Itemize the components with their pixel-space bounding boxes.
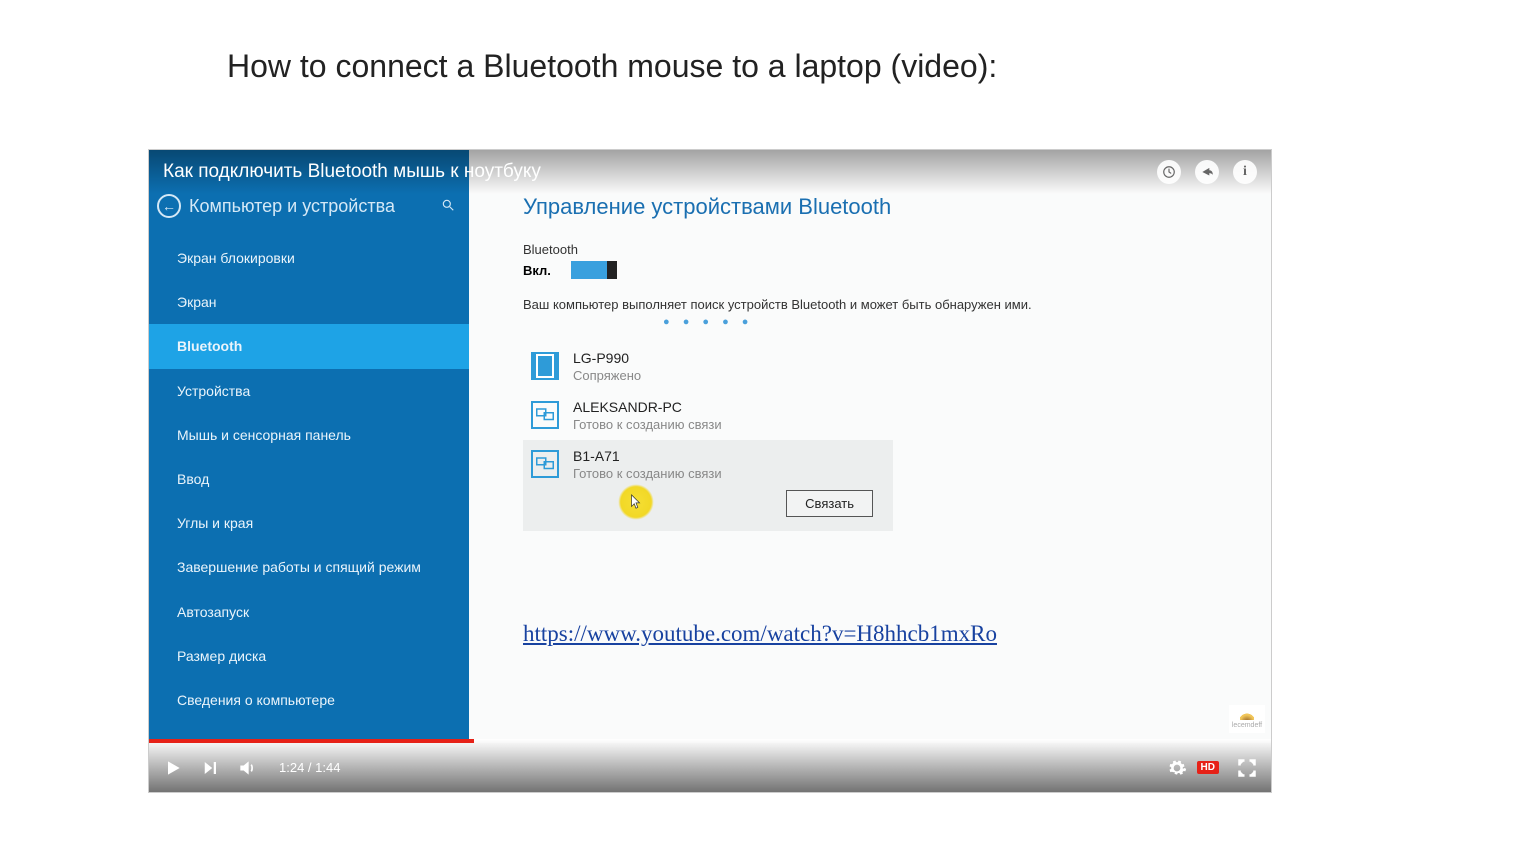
sidebar-item[interactable]: Сведения о компьютере [149,678,469,722]
device-status: Готово к созданию связи [573,417,722,432]
volume-button[interactable] [237,758,257,778]
sidebar-item[interactable]: Мышь и сенсорная панель [149,413,469,457]
fullscreen-button[interactable] [1237,758,1257,778]
searching-indicator: ● ● ● ● ● [663,316,1245,328]
bluetooth-status-text: Ваш компьютер выполняет поиск устройств … [523,297,1245,312]
settings-main-panel: Управление устройствами Bluetooth Blueto… [469,150,1271,739]
time-display: 1:24 / 1:44 [279,760,340,775]
share-icon[interactable] [1195,160,1219,184]
sidebar-item[interactable]: Углы и края [149,501,469,545]
progress-bar[interactable] [149,739,1271,743]
video-player[interactable]: Как подключить Bluetooth мышь к ноутбуку… [148,149,1272,793]
bluetooth-toggle-state: Вкл. [523,263,551,278]
watch-later-icon[interactable] [1157,160,1181,184]
video-title-bar: Как подключить Bluetooth мышь к ноутбуку… [149,150,1271,194]
device-name: ALEKSANDR-PC [573,399,722,415]
device-item[interactable]: ALEKSANDR-PC Готово к созданию связи [523,391,893,440]
video-title: Как подключить Bluetooth мышь к ноутбуку [163,161,541,183]
sidebar-item[interactable]: Размер диска [149,634,469,678]
bluetooth-toggle-label: Bluetooth [523,242,1245,257]
play-button[interactable] [163,757,183,779]
device-name: LG-P990 [573,350,641,366]
device-name: B1-A71 [573,448,722,464]
cursor-highlight [618,484,654,520]
pc-icon [531,450,559,478]
sidebar-header-label: Компьютер и устройства [189,196,395,217]
bluetooth-toggle[interactable] [571,261,617,279]
sidebar-header[interactable]: ← Компьютер и устройства [149,194,469,226]
sidebar-item[interactable]: Экран [149,280,469,324]
device-status: Готово к созданию связи [573,466,722,481]
next-button[interactable] [201,759,219,777]
youtube-link[interactable]: https://www.youtube.com/watch?v=H8hhcb1m… [523,621,997,647]
pc-icon [531,401,559,429]
settings-sidebar: ← Компьютер и устройства Экран блокировк… [149,150,469,739]
device-list: LG-P990 Сопряжено ALEKSANDR-PC Готово к соз… [523,342,893,531]
video-controls-bar: 1:24 / 1:44 HD [149,739,1271,792]
connect-button[interactable]: Связать [786,490,873,517]
device-item[interactable]: LG-P990 Сопряжено [523,342,893,391]
panel-heading: Управление устройствами Bluetooth [523,194,1245,220]
back-icon[interactable]: ← [157,194,181,218]
sidebar-item[interactable]: Экран блокировки [149,236,469,280]
search-icon[interactable] [441,198,455,215]
phone-icon [531,352,559,380]
sidebar-item[interactable]: Завершение работы и спящий режим [149,545,469,589]
page-title: How to connect a Bluetooth mouse to a la… [227,48,997,85]
sidebar-item[interactable]: Bluetooth [149,324,469,368]
device-status: Сопряжено [573,368,641,383]
sidebar-item[interactable]: Устройства [149,369,469,413]
hd-badge: HD [1197,761,1219,774]
device-item[interactable]: B1-A71 Готово к созданию связи Связать [523,440,893,531]
settings-gear-icon[interactable] [1167,758,1187,778]
sidebar-item[interactable]: Автозапуск [149,590,469,634]
sidebar-item[interactable]: Ввод [149,457,469,501]
info-icon[interactable]: i [1233,160,1257,184]
channel-watermark[interactable]: lecemdeff [1229,705,1265,733]
